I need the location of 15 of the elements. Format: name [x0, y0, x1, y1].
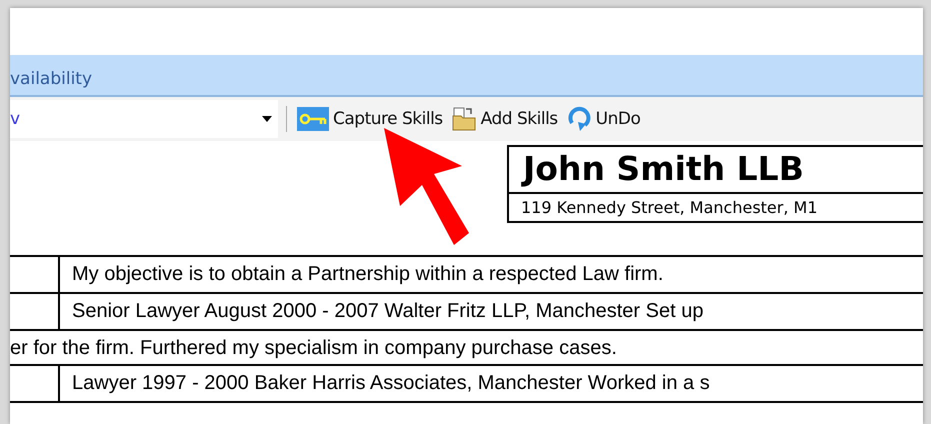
table-cell-text: Lawyer 1997 - 2000 Baker Harris Associates, Manchester Worked in a s [71, 371, 711, 396]
tab-label[interactable]: vailability [10, 69, 92, 95]
address-text: 119 Kennedy Street, Manchester, M1 [520, 197, 819, 219]
caret-icon [262, 116, 272, 122]
toolbar-button[interactable]: UnDo [562, 105, 644, 133]
table-cell-text: My objective is to obtain a Partnership within a respected Law firm. [71, 262, 664, 287]
toolbar-button[interactable]: Add Skills [446, 106, 562, 132]
toolbar-button[interactable]: Capture Skills [293, 107, 447, 131]
folder-icon [450, 106, 477, 132]
undo-icon [566, 105, 592, 133]
name-heading: John Smith LLB [509, 147, 923, 194]
key-icon [297, 107, 329, 131]
text-line: er for the firm. Furthered my specialism in company purchase cases. [10, 331, 923, 366]
table-cell-text: Senior Lawyer August 2000 - 2007 Walter Fritz LLP, Manchester Set up [71, 299, 704, 324]
combo-box[interactable]: v [10, 100, 278, 138]
